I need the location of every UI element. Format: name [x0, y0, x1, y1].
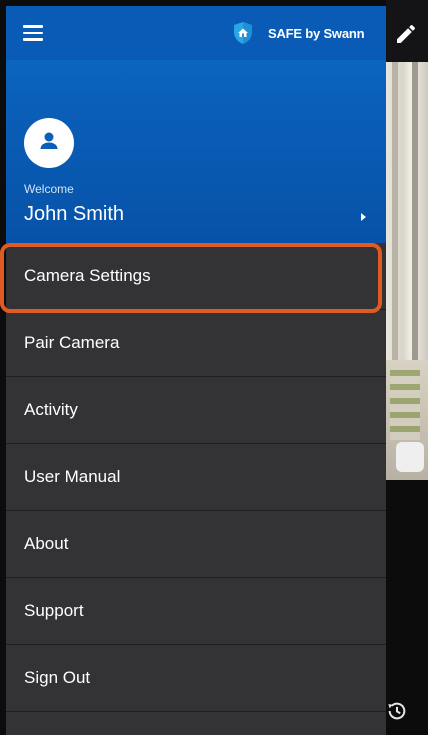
camera-feed-preview[interactable]: [386, 62, 428, 480]
menu-item-about[interactable]: About: [6, 511, 386, 578]
menu-item-pair-camera[interactable]: Pair Camera: [6, 310, 386, 377]
menu-list: Camera Settings Pair Camera Activity Use…: [6, 243, 386, 712]
welcome-label: Welcome: [24, 182, 74, 196]
brand: SAFE by Swann: [232, 21, 365, 45]
menu-item-label: User Manual: [24, 467, 121, 486]
navigation-drawer: SAFE by Swann Welcome John Smith Camera …: [6, 6, 386, 735]
pencil-icon[interactable]: [394, 22, 418, 46]
avatar[interactable]: [24, 118, 74, 168]
brand-name: SAFE by Swann: [268, 25, 365, 41]
menu-item-label: Sign Out: [24, 668, 91, 687]
menu-item-support[interactable]: Support: [6, 578, 386, 645]
menu-item-user-manual[interactable]: User Manual: [6, 444, 386, 511]
highlight-outline: [0, 243, 382, 313]
menu-icon[interactable]: [23, 25, 43, 41]
top-bar: SAFE by Swann: [6, 6, 386, 60]
user-name[interactable]: John Smith: [24, 203, 124, 226]
menu-item-label: Pair Camera: [24, 333, 120, 352]
history-icon[interactable]: [386, 700, 408, 722]
chevron-right-icon[interactable]: [361, 213, 366, 221]
menu-item-activity[interactable]: Activity: [6, 377, 386, 444]
menu-item-label: Support: [24, 601, 84, 620]
menu-item-sign-out[interactable]: Sign Out: [6, 645, 386, 712]
scene-grass: [390, 370, 420, 440]
app-frame: SAFE by Swann Welcome John Smith Camera …: [0, 0, 428, 735]
scene-chair: [396, 442, 424, 472]
person-icon: [37, 129, 61, 158]
shield-home-icon: [232, 21, 254, 45]
menu-item-label: About: [24, 534, 69, 553]
drawer-header: SAFE by Swann Welcome John Smith: [6, 6, 386, 243]
menu-item-label: Activity: [24, 400, 78, 419]
